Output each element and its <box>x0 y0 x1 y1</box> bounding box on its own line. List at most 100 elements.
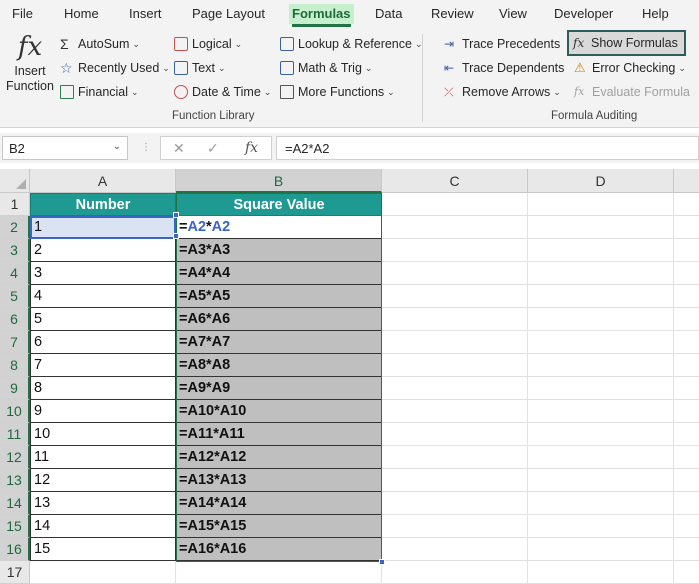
autosum-button[interactable]: Σ AutoSum ⌄ <box>60 34 140 54</box>
row-header-5[interactable]: 5 <box>0 285 30 308</box>
cell-square-formula[interactable]: =A12*A12 <box>176 446 382 469</box>
fx-icon: fx <box>17 32 43 62</box>
cell-number[interactable]: 9 <box>30 400 176 423</box>
financial-button[interactable]: Financial ⌄ <box>60 82 139 102</box>
chevron-down-icon: ⌄ <box>132 38 140 49</box>
row-header-13[interactable]: 13 <box>0 469 30 492</box>
cell-square-formula[interactable]: =A7*A7 <box>176 331 382 354</box>
financial-label: Financial <box>78 85 129 99</box>
cell-square-formula[interactable]: =A13*A13 <box>176 469 382 492</box>
select-all-button[interactable] <box>0 169 30 193</box>
insert-function-button[interactable]: fx Insert Function <box>4 32 56 94</box>
reference-handle[interactable] <box>173 212 179 218</box>
tab-formulas[interactable]: Formulas <box>289 4 354 27</box>
logical-button[interactable]: Logical ⌄ <box>174 34 242 54</box>
cell-number[interactable]: 15 <box>30 538 176 561</box>
remove-arrows-button[interactable]: ⤫ Remove Arrows ⌄ <box>444 82 561 102</box>
row-header-2[interactable]: 2 <box>0 216 30 239</box>
table-header-number[interactable]: Number <box>30 193 176 216</box>
lookup-book-icon <box>280 37 294 51</box>
row-header-11[interactable]: 11 <box>0 423 30 446</box>
row-header-3[interactable]: 3 <box>0 239 30 262</box>
table-header-square-value[interactable]: Square Value <box>176 193 382 216</box>
cell-square-formula[interactable]: =A3*A3 <box>176 239 382 262</box>
insert-function-icon[interactable]: fx <box>245 140 258 156</box>
evaluate-formula-button[interactable]: fx Evaluate Formula <box>574 82 690 102</box>
trace-precedents-button[interactable]: ⇥ Trace Precedents <box>444 34 560 54</box>
cell-square-formula[interactable]: =A11*A11 <box>176 423 382 446</box>
row-header-10[interactable]: 10 <box>0 400 30 423</box>
resize-handle-icon[interactable]: ⋮ <box>141 142 151 153</box>
row-header-4[interactable]: 4 <box>0 262 30 285</box>
recently-used-button[interactable]: ☆ Recently Used ⌄ <box>60 58 170 78</box>
row-header-17[interactable]: 17 <box>0 561 30 584</box>
trace-dependents-button[interactable]: ⇤ Trace Dependents <box>444 58 564 78</box>
row-header-16[interactable]: 16 <box>0 538 30 561</box>
cancel-icon[interactable]: ✕ <box>173 140 185 157</box>
cell-square-formula[interactable]: =A2*A2 <box>176 216 382 239</box>
tab-home[interactable]: Home <box>64 6 99 21</box>
cell-square-formula[interactable]: =A10*A10 <box>176 400 382 423</box>
column-header-c[interactable]: C <box>382 169 528 193</box>
date-time-button[interactable]: Date & Time ⌄ <box>174 82 271 102</box>
cell-square-formula[interactable]: =A6*A6 <box>176 308 382 331</box>
cell-number[interactable]: 4 <box>30 285 176 308</box>
text-button[interactable]: Text ⌄ <box>174 58 225 78</box>
formula-input[interactable]: =A2*A2 <box>276 136 699 160</box>
show-formulas-button[interactable]: fx Show Formulas <box>567 30 686 56</box>
evaluate-formula-icon: fx <box>574 85 585 98</box>
fill-handle[interactable] <box>379 559 385 565</box>
row-header-9[interactable]: 9 <box>0 377 30 400</box>
name-box[interactable]: B2 ⌄ <box>2 136 128 160</box>
autosum-label: AutoSum <box>78 37 130 51</box>
cell-number[interactable]: 5 <box>30 308 176 331</box>
cell-square-formula[interactable]: =A16*A16 <box>176 538 382 561</box>
cell-number[interactable]: 1 <box>30 216 176 239</box>
trace-dependents-label: Trace Dependents <box>462 61 565 75</box>
cell-number[interactable]: 6 <box>30 331 176 354</box>
tab-insert[interactable]: Insert <box>129 6 162 21</box>
cell-number[interactable]: 8 <box>30 377 176 400</box>
math-book-icon <box>280 61 294 75</box>
cell-square-formula[interactable]: =A5*A5 <box>176 285 382 308</box>
reference-handle[interactable] <box>173 233 179 239</box>
cell-number[interactable]: 11 <box>30 446 176 469</box>
cell-number[interactable]: 10 <box>30 423 176 446</box>
tab-developer[interactable]: Developer <box>554 6 613 21</box>
cell-number[interactable]: 2 <box>30 239 176 262</box>
row-header-6[interactable]: 6 <box>0 308 30 331</box>
column-header-b[interactable]: B <box>176 169 382 193</box>
row-header-1[interactable]: 1 <box>0 193 30 216</box>
lookup-reference-button[interactable]: Lookup & Reference ⌄ <box>280 34 423 54</box>
tab-view[interactable]: View <box>499 6 527 21</box>
column-header-d[interactable]: D <box>528 169 674 193</box>
row-header-12[interactable]: 12 <box>0 446 30 469</box>
tab-help[interactable]: Help <box>642 6 669 21</box>
row-header-8[interactable]: 8 <box>0 354 30 377</box>
error-checking-button[interactable]: ⚠ Error Checking ⌄ <box>574 58 686 78</box>
more-functions-button[interactable]: More Functions ⌄ <box>280 82 395 102</box>
math-trig-button[interactable]: Math & Trig ⌄ <box>280 58 372 78</box>
cell-square-formula[interactable]: =A14*A14 <box>176 492 382 515</box>
cell-number[interactable]: 7 <box>30 354 176 377</box>
cell-number[interactable]: 13 <box>30 492 176 515</box>
column-header-a[interactable]: A <box>30 169 176 193</box>
tab-file[interactable]: File <box>12 6 33 21</box>
tab-review[interactable]: Review <box>431 6 474 21</box>
tab-page-layout[interactable]: Page Layout <box>192 6 265 21</box>
recently-used-label: Recently Used <box>78 61 160 75</box>
cell-square-formula[interactable]: =A8*A8 <box>176 354 382 377</box>
cell-square-formula[interactable]: =A15*A15 <box>176 515 382 538</box>
row-header-15[interactable]: 15 <box>0 515 30 538</box>
cell-number[interactable]: 3 <box>30 262 176 285</box>
column-header-next[interactable] <box>674 169 699 193</box>
cell-number[interactable]: 12 <box>30 469 176 492</box>
cell-number[interactable]: 14 <box>30 515 176 538</box>
tab-data[interactable]: Data <box>375 6 402 21</box>
enter-icon[interactable]: ✓ <box>207 140 219 157</box>
row-header-7[interactable]: 7 <box>0 331 30 354</box>
cell-square-formula[interactable]: =A4*A4 <box>176 262 382 285</box>
row-header-14[interactable]: 14 <box>0 492 30 515</box>
cell-square-formula[interactable]: =A9*A9 <box>176 377 382 400</box>
chevron-down-icon: ⌄ <box>131 86 139 97</box>
